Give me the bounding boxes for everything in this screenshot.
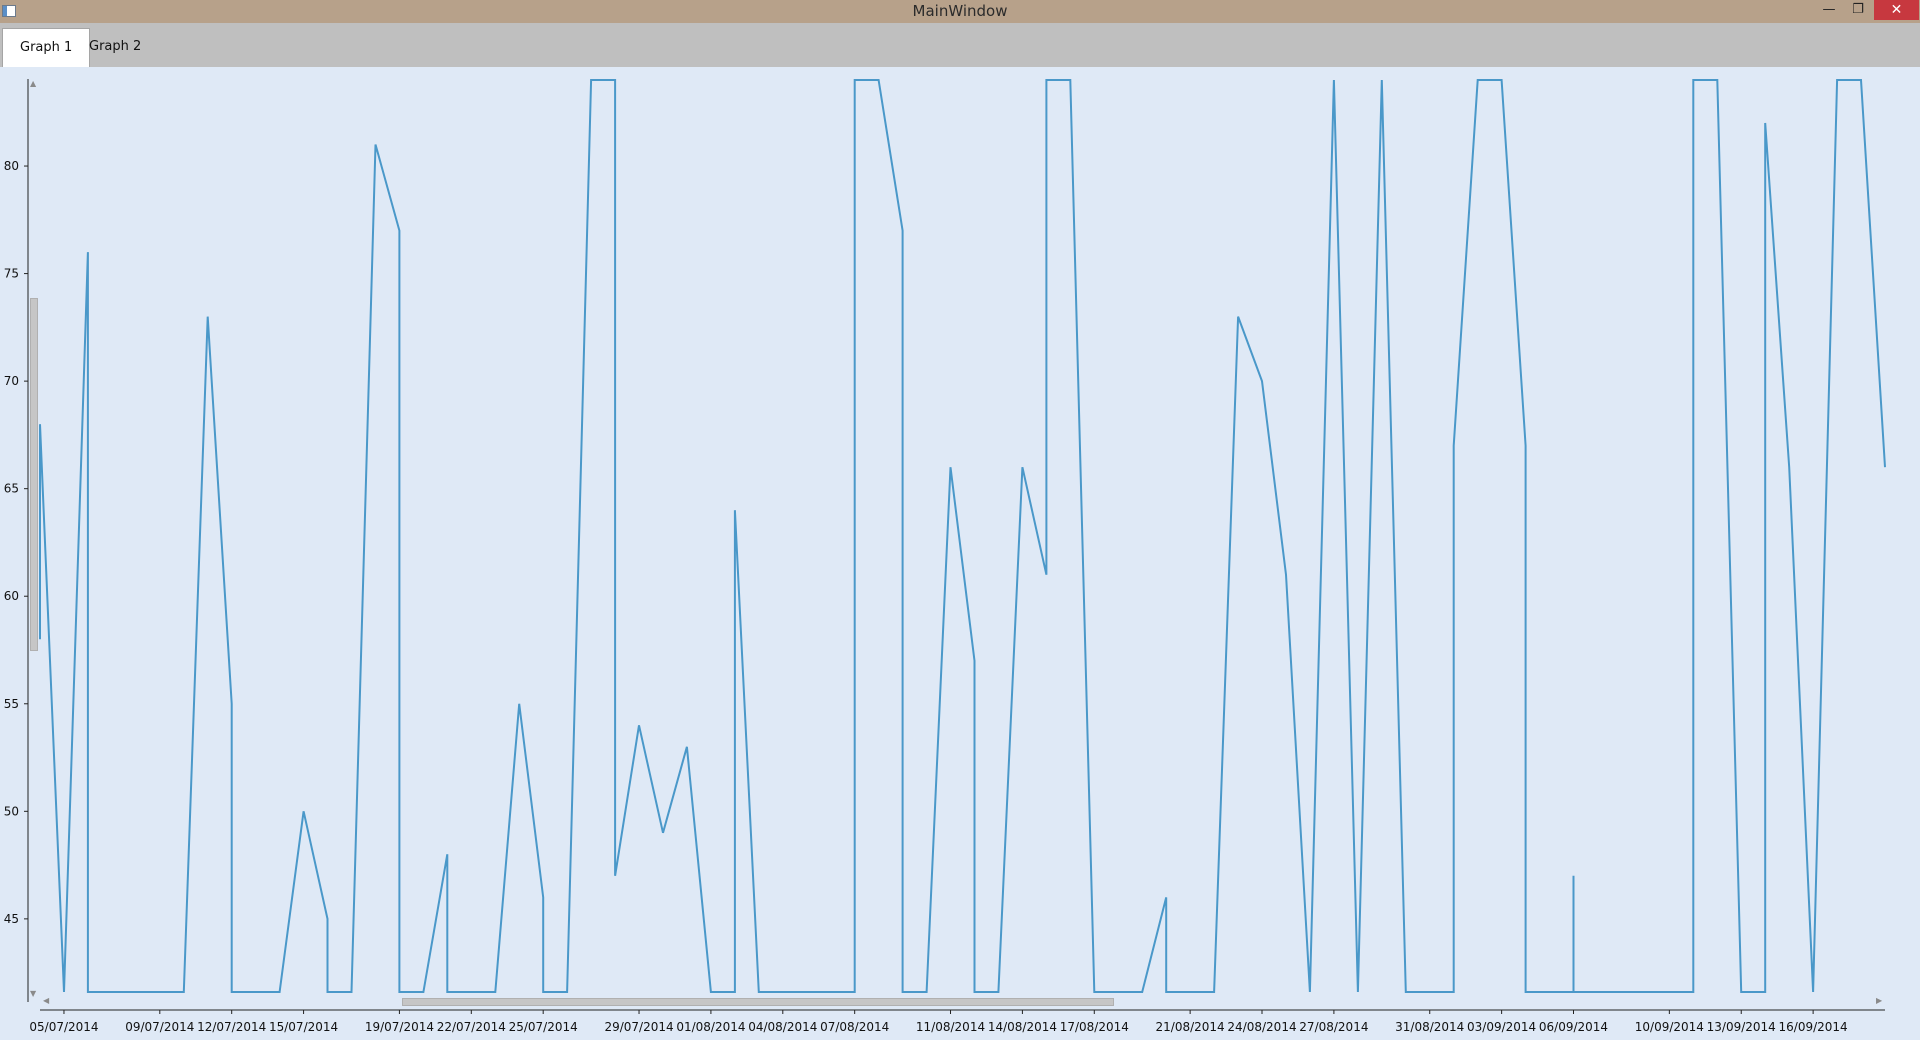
y-tick-label: 65 — [4, 482, 19, 496]
vertical-scrollbar-thumb[interactable] — [30, 298, 38, 651]
y-tick-label: 60 — [4, 589, 19, 603]
x-tick-label: 10/09/2014 — [1635, 1020, 1704, 1034]
x-tick-label: 06/09/2014 — [1539, 1020, 1608, 1034]
x-tick-label: 16/09/2014 — [1779, 1020, 1848, 1034]
x-tick-label: 12/07/2014 — [197, 1020, 266, 1034]
x-tick-label: 15/07/2014 — [269, 1020, 338, 1034]
x-tick-label: 17/08/2014 — [1060, 1020, 1129, 1034]
x-tick-label: 13/09/2014 — [1707, 1020, 1776, 1034]
y-tick-label: 80 — [4, 159, 19, 173]
x-tick-label: 19/07/2014 — [365, 1020, 434, 1034]
window-title: MainWindow — [912, 2, 1008, 20]
tab-strip: Graph 1 Graph 2 — [0, 23, 1920, 68]
y-tick-label: 45 — [4, 912, 19, 926]
scroll-up-arrow-icon[interactable]: ▲ — [30, 80, 36, 88]
series-line — [39, 79, 1886, 993]
scroll-down-arrow-icon[interactable]: ▼ — [30, 990, 36, 998]
minimize-icon[interactable]: — — [1816, 0, 1842, 20]
x-tick-label: 22/07/2014 — [437, 1020, 506, 1034]
horizontal-scrollbar-thumb[interactable] — [402, 998, 1114, 1006]
y-tick-label: 70 — [4, 374, 19, 388]
scroll-left-arrow-icon[interactable]: ◀ — [43, 997, 49, 1005]
x-tick-label: 24/08/2014 — [1227, 1020, 1296, 1034]
x-tick-label: 07/08/2014 — [820, 1020, 889, 1034]
x-tick-label: 01/08/2014 — [676, 1020, 745, 1034]
y-tick-label: 75 — [4, 267, 19, 281]
x-tick-label: 31/08/2014 — [1395, 1020, 1464, 1034]
x-tick-label: 03/09/2014 — [1467, 1020, 1536, 1034]
x-tick-label: 21/08/2014 — [1156, 1020, 1225, 1034]
y-tick-label: 55 — [4, 697, 19, 711]
chart-area[interactable]: 45 50 55 60 65 70 75 80 05/07/2014 09/07/2014 12/… — [0, 67, 1920, 1040]
y-tick-label: 50 — [4, 804, 19, 818]
line-chart[interactable]: 45 50 55 60 65 70 75 80 05/07/2014 09/07/2014 12/… — [0, 67, 1920, 1040]
x-tick-label: 29/07/2014 — [604, 1020, 673, 1034]
restore-icon[interactable]: ❐ — [1845, 0, 1871, 20]
title-bar[interactable]: MainWindow — ❐ ✕ — [0, 0, 1920, 24]
x-tick-label: 27/08/2014 — [1299, 1020, 1368, 1034]
tab-graph-2[interactable]: Graph 2 — [72, 28, 158, 66]
scroll-right-arrow-icon[interactable]: ▶ — [1876, 997, 1882, 1005]
x-tick-label: 04/08/2014 — [748, 1020, 817, 1034]
x-tick-label: 09/07/2014 — [125, 1020, 194, 1034]
x-tick-label: 25/07/2014 — [509, 1020, 578, 1034]
x-tick-label: 05/07/2014 — [29, 1020, 98, 1034]
x-tick-label: 14/08/2014 — [988, 1020, 1057, 1034]
close-icon[interactable]: ✕ — [1874, 0, 1919, 20]
x-tick-label: 11/08/2014 — [916, 1020, 985, 1034]
